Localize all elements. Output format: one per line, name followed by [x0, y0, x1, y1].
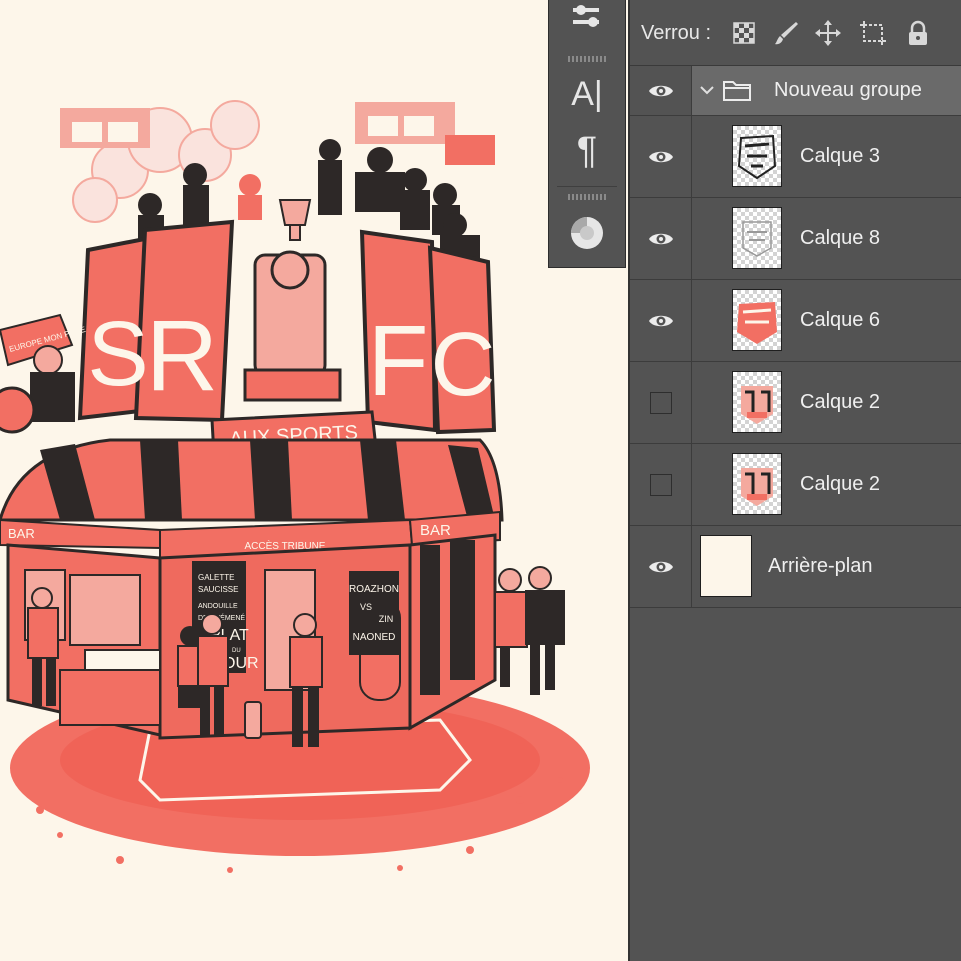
lock-bar: Verrou : [630, 0, 961, 66]
lock-label: Verrou : [641, 22, 712, 44]
svg-text:ANDOUILLE: ANDOUILLE [198, 603, 238, 610]
visibility-toggle[interactable] [630, 66, 692, 115]
awning-label-right: BAR [420, 522, 451, 539]
banner-letter-f: F [367, 305, 428, 417]
svg-text:SAUCISSE: SAUCISSE [198, 585, 238, 594]
layer-name[interactable]: Calque 2 [800, 391, 880, 414]
visibility-toggle[interactable] [630, 444, 692, 525]
layers-panel: Verrou : Nouveau groupe Calque 3 Calque … [628, 0, 961, 961]
eye-icon [648, 561, 673, 572]
layer-row-background[interactable]: Arrière-plan [630, 526, 961, 608]
collapsed-panel-strip: A| ¶ [548, 0, 626, 268]
eye-icon [648, 315, 673, 326]
awning-label-left: BAR [8, 526, 35, 541]
document-canvas[interactable]: S R F C AUX SPORTS EUROPE MON POTE BAR B… [0, 0, 628, 961]
svg-text:NAONED: NAONED [353, 632, 396, 643]
mascot-statue [243, 250, 342, 402]
eye-icon [648, 151, 673, 162]
layer-name[interactable]: Nouveau groupe [774, 79, 922, 102]
folder-icon [722, 78, 752, 107]
background-thumbnail [700, 535, 752, 597]
layer-name[interactable]: Calque 2 [800, 473, 880, 496]
character-panel-icon[interactable]: A| [549, 70, 625, 118]
layer-thumbnail [732, 207, 782, 269]
illustration-artwork: S R F C AUX SPORTS EUROPE MON POTE BAR B… [0, 100, 590, 873]
layer-thumbnail [732, 125, 782, 187]
lock-image-pixels-icon[interactable] [772, 19, 800, 47]
lock-artboard-icon[interactable] [858, 19, 886, 47]
chevron-down-icon[interactable] [698, 80, 716, 105]
visibility-toggle[interactable] [630, 280, 692, 361]
hidden-visibility-box[interactable] [649, 473, 672, 496]
layer-name[interactable]: Arrière-plan [768, 555, 872, 578]
banner-letter-r: R [146, 300, 218, 412]
layer-thumbnail [732, 289, 782, 351]
lock-transparent-pixels-icon[interactable] [730, 19, 758, 47]
banner-letter-s: S [87, 303, 148, 405]
visibility-toggle[interactable] [630, 362, 692, 443]
layer-thumbnail [732, 371, 782, 433]
panel-grip-2[interactable] [568, 194, 606, 200]
layer-name[interactable]: Calque 3 [800, 145, 880, 168]
layer-row[interactable]: Calque 6 [630, 280, 961, 362]
lock-position-icon[interactable] [814, 19, 842, 47]
layer-row[interactable]: Calque 8 [630, 198, 961, 280]
match-poster: ROAZHON VS ZIN NAONED [349, 571, 399, 655]
lock-all-icon[interactable] [904, 19, 932, 47]
panel-grip[interactable] [568, 56, 606, 62]
layer-row[interactable]: Calque 2 [630, 362, 961, 444]
eye-icon [648, 233, 673, 244]
svg-text:GALETTE: GALETTE [198, 573, 234, 582]
banner-letter-c: C [431, 315, 496, 415]
styles-icon[interactable] [549, 208, 625, 258]
layer-name[interactable]: Calque 6 [800, 309, 880, 332]
svg-text:ROAZHON: ROAZHON [349, 584, 399, 595]
layer-name[interactable]: Calque 8 [800, 227, 880, 250]
paragraph-panel-icon[interactable]: ¶ [549, 124, 625, 178]
eye-icon [648, 85, 673, 96]
layer-row[interactable]: Calque 2 [630, 444, 961, 526]
adjust-icon[interactable] [549, 0, 625, 42]
visibility-toggle[interactable] [630, 526, 692, 607]
layer-thumbnail [732, 453, 782, 515]
visibility-toggle[interactable] [630, 116, 692, 197]
hidden-visibility-box[interactable] [649, 391, 672, 414]
layer-row-group[interactable]: Nouveau groupe [630, 66, 961, 116]
svg-text:VS: VS [360, 602, 372, 612]
svg-text:ZIN: ZIN [379, 614, 394, 624]
layer-row[interactable]: Calque 3 [630, 116, 961, 198]
svg-text:DU: DU [232, 648, 241, 654]
visibility-toggle[interactable] [630, 198, 692, 279]
